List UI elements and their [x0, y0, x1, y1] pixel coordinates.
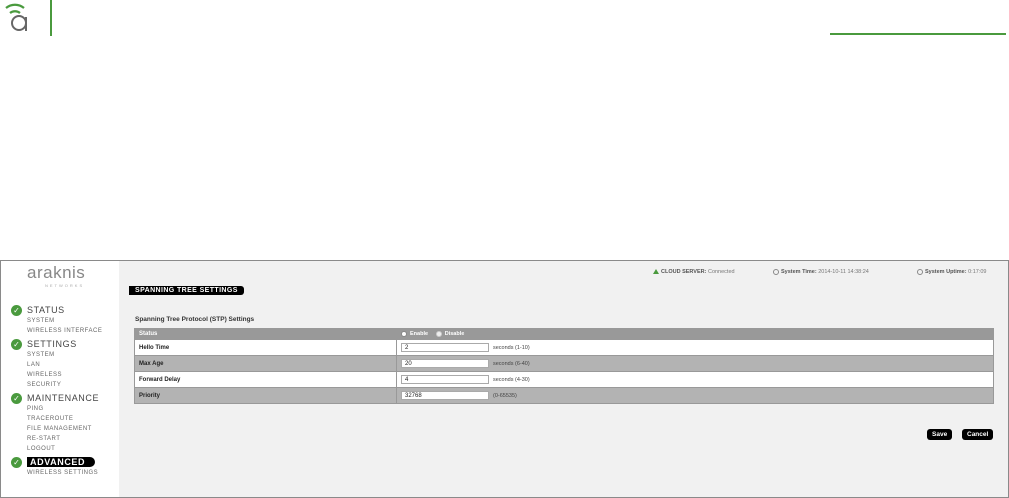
stp-settings-table: Status Enable Disable Hello Time 2 second… [134, 328, 994, 404]
cloud-warning-icon [653, 269, 659, 274]
priority-input[interactable]: 32768 [401, 391, 489, 400]
nav-section-label: ADVANCED [27, 457, 96, 467]
nav-section-maintenance[interactable]: ✓ MAINTENANCE [11, 392, 119, 404]
brand-subtitle: NETWORKS [45, 283, 85, 288]
brand-logo: araknis [27, 263, 86, 282]
sidebar-item-logout[interactable]: LOGOUT [11, 444, 119, 454]
check-icon: ✓ [11, 456, 22, 468]
clock-icon [773, 269, 779, 275]
priority-cell: 32768 (0-65535) [396, 387, 994, 404]
sidebar-item-settings-system[interactable]: SYSTEM [11, 350, 119, 360]
table-row: Status Enable Disable [134, 328, 994, 340]
check-icon: ✓ [11, 304, 22, 316]
screenshot-frame: araknis NETWORKS ✓ STATUS SYSTEM WIRELES… [0, 260, 1009, 498]
forward-delay-unit: seconds (4-30) [493, 376, 530, 383]
nav-section-settings[interactable]: ✓ SETTINGS [11, 338, 119, 350]
system-time: System Time: 2014-10-11 14:38:24 [773, 269, 869, 275]
cloud-label: CLOUD SERVER: [661, 269, 707, 275]
nav-section-status[interactable]: ✓ STATUS [11, 304, 119, 316]
sidebar-item-wireless[interactable]: WIRELESS [11, 370, 119, 380]
sidebar-item-wireless-settings[interactable]: WIRELESS SETTINGS [11, 468, 119, 478]
sidebar-item-traceroute[interactable]: TRACEROUTE [11, 414, 119, 424]
table-row: Forward Delay 4 seconds (4-30) [134, 371, 994, 388]
disable-label: Disable [444, 330, 465, 337]
sidebar-item-status-system[interactable]: SYSTEM [11, 316, 119, 326]
sidebar-nav: ✓ STATUS SYSTEM WIRELESS INTERFACE ✓ SET… [11, 302, 119, 478]
status-label: Status [134, 328, 397, 340]
sidebar-item-wireless-interface[interactable]: WIRELESS INTERFACE [11, 326, 119, 336]
time-label: System Time: [781, 269, 817, 275]
sidebar-item-ping[interactable]: PING [11, 404, 119, 414]
check-icon: ✓ [11, 392, 22, 404]
header-rule [830, 33, 1006, 35]
table-row: Priority 32768 (0-65535) [134, 387, 994, 404]
hello-time-unit: seconds (1-10) [493, 344, 530, 351]
check-icon: ✓ [11, 338, 22, 350]
cloud-status: CLOUD SERVER: Connected [653, 269, 735, 275]
nav-section-advanced[interactable]: ✓ ADVANCED [11, 456, 119, 468]
sidebar-item-lan[interactable]: LAN [11, 360, 119, 370]
cloud-value: Connected [707, 269, 735, 275]
sidebar: araknis NETWORKS ✓ STATUS SYSTEM WIRELES… [1, 261, 119, 497]
table-row: Hello Time 2 seconds (1-10) [134, 339, 994, 356]
max-age-cell: 20 seconds (6-40) [396, 355, 994, 372]
hello-time-cell: 2 seconds (1-10) [396, 339, 994, 356]
priority-label: Priority [134, 387, 397, 404]
status-options: Enable Disable [396, 328, 994, 340]
page-title: SPANNING TREE SETTINGS [129, 286, 244, 295]
time-value: 2014-10-11 14:38:24 [818, 269, 869, 275]
forward-delay-input[interactable]: 4 [401, 375, 489, 384]
forward-delay-cell: 4 seconds (4-30) [396, 371, 994, 388]
enable-label: Enable [410, 330, 429, 337]
nav-section-label: MAINTENANCE [27, 393, 100, 403]
sidebar-item-file-management[interactable]: FILE MANAGEMENT [11, 424, 119, 434]
table-row: Max Age 20 seconds (6-40) [134, 355, 994, 372]
system-uptime: System Uptime: 0:17:09 [917, 269, 986, 275]
header-divider [50, 0, 52, 36]
nav-section-label: SETTINGS [27, 339, 77, 349]
forward-delay-label: Forward Delay [134, 371, 397, 388]
disable-radio[interactable] [435, 330, 442, 337]
hello-time-input[interactable]: 2 [401, 343, 489, 352]
enable-radio[interactable] [401, 330, 407, 337]
priority-unit: (0-65535) [493, 392, 517, 399]
save-button[interactable]: Save [927, 429, 953, 440]
max-age-input[interactable]: 20 [401, 359, 489, 368]
uptime-label: System Uptime: [925, 269, 967, 275]
max-age-unit: seconds (6-40) [493, 360, 530, 367]
nav-section-label: STATUS [27, 305, 65, 315]
cancel-button[interactable]: Cancel [962, 429, 994, 440]
clock-icon [917, 269, 923, 275]
hello-time-label: Hello Time [134, 339, 397, 356]
max-age-label: Max Age [134, 355, 397, 372]
sidebar-item-security[interactable]: SECURITY [11, 380, 119, 390]
status-bar: CLOUD SERVER: Connected System Time: 201… [641, 267, 1006, 279]
sidebar-item-restart[interactable]: RE-START [11, 434, 119, 444]
section-title: Spanning Tree Protocol (STP) Settings [135, 316, 255, 323]
araknis-logo-icon [5, 3, 27, 31]
uptime-value: 0:17:09 [968, 269, 987, 275]
